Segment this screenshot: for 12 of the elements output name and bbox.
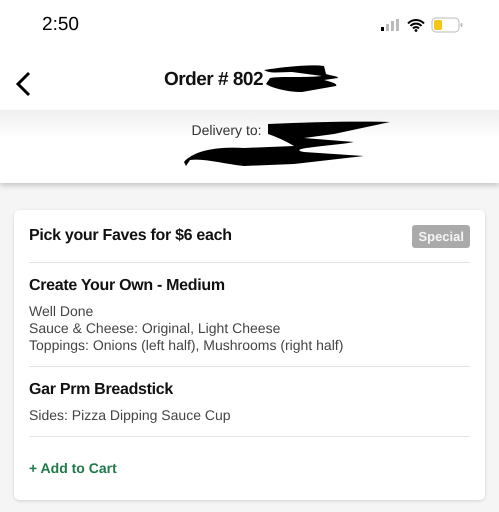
deal-title: Pick your Faves for $6 each: [29, 227, 232, 245]
add-to-cart-link[interactable]: + Add to Cart: [29, 460, 117, 476]
order-title: Order # 802: [164, 69, 264, 91]
status-time: 2:50: [42, 14, 79, 36]
item-detail: Sides: Pizza Dipping Sauce Cup: [29, 407, 232, 424]
item-name: Gar Prm Breadstick: [29, 381, 174, 399]
item-detail: Sauce & Cheese: Original, Light Cheese: [29, 320, 282, 337]
item-name: Create Your Own - Medium: [29, 277, 226, 295]
special-badge: Special: [412, 224, 470, 248]
delivery-label: Delivery to:: [191, 122, 262, 140]
item-detail: Toppings: Onions (left half), Mushrooms (right half): [29, 337, 344, 354]
item-detail: Well Done: [29, 303, 94, 320]
